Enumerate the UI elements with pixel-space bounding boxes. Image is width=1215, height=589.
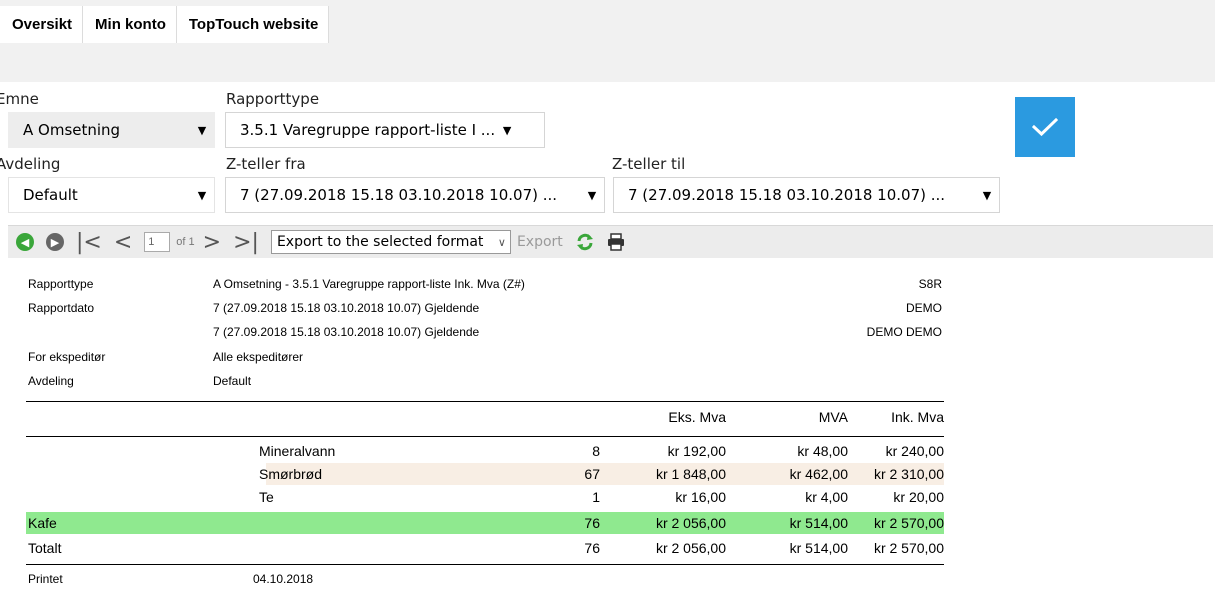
meta-avdeling-value: Default xyxy=(213,374,252,388)
item-ink: kr 2 310,00 xyxy=(873,466,944,482)
item-eks: kr 16,00 xyxy=(675,489,726,505)
total-eks: kr 2 056,00 xyxy=(655,540,726,556)
forward-button[interactable]: ▶ xyxy=(46,231,64,253)
item-name: Mineralvann xyxy=(259,443,336,459)
tab-oversikt[interactable]: Oversikt xyxy=(0,6,84,43)
next-page-icon[interactable]: > xyxy=(203,230,221,255)
total-row: Totalt 76 kr 2 056,00 kr 514,00 kr 2 570… xyxy=(26,537,944,559)
meta-ekspeditor-value: Alle ekspeditører xyxy=(213,350,304,364)
col-header-ink-mva: Ink. Mva xyxy=(891,409,944,425)
export-format-select[interactable]: Export to the selected format ∨ xyxy=(270,230,511,254)
dropdown-arrow-icon: ▼ xyxy=(587,188,597,202)
export-format-value: Export to the selected format xyxy=(276,234,484,250)
meta-rapporttype-value: A Omsetning - 3.5.1 Varegruppe rapport-l… xyxy=(213,277,525,291)
group-name: Kafe xyxy=(28,515,57,531)
item-mva: kr 462,00 xyxy=(789,466,848,482)
meta-rapportdato-value-2: 7 (27.09.2018 15.18 03.10.2018 10.07) Gj… xyxy=(213,325,480,339)
table-header-row: Eks. Mva MVA Ink. Mva xyxy=(26,406,944,428)
col-header-eks-mva: Eks. Mva xyxy=(668,409,726,425)
total-ink: kr 2 570,00 xyxy=(873,540,944,556)
export-link[interactable]: Export xyxy=(517,234,563,250)
back-arrow-icon: ◀ xyxy=(16,233,34,251)
z-teller-til-value: 7 (27.09.2018 15.18 03.10.2018 10.07) ..… xyxy=(628,186,946,204)
item-ink: kr 240,00 xyxy=(885,443,944,459)
apply-button[interactable] xyxy=(1015,97,1075,157)
table-row: Te 1 kr 16,00 kr 4,00 kr 20,00 xyxy=(26,486,944,508)
group-eks: kr 2 056,00 xyxy=(655,515,726,531)
dropdown-arrow-icon: ▼ xyxy=(502,123,512,137)
report-toolbar: ◀ ▶ |< < 1 of 1 > >| Export to the selec… xyxy=(8,225,1213,258)
table-row: Smørbrød 67 kr 1 848,00 kr 462,00 kr 2 3… xyxy=(26,463,944,485)
total-name: Totalt xyxy=(28,540,62,556)
top-navigation: Oversikt Min konto TopTouch website xyxy=(0,6,330,43)
item-name: Smørbrød xyxy=(259,466,322,482)
z-teller-til-select[interactable]: 7 (27.09.2018 15.18 03.10.2018 10.07) ..… xyxy=(613,177,1000,213)
rapporttype-select-value: 3.5.1 Varegruppe rapport-liste I ... xyxy=(240,121,496,139)
forward-arrow-icon: ▶ xyxy=(46,233,64,251)
item-name: Te xyxy=(259,489,274,505)
dropdown-arrow-icon: ▼ xyxy=(197,123,207,137)
item-eks: kr 1 848,00 xyxy=(655,466,726,482)
meta-rapporttype-label: Rapporttype xyxy=(28,277,94,291)
page-number-input[interactable]: 1 xyxy=(144,232,171,252)
report-header-rule xyxy=(26,436,944,437)
avdeling-select-value: Default xyxy=(23,186,78,204)
rapporttype-select[interactable]: 3.5.1 Varegruppe rapport-liste I ... ▼ xyxy=(225,112,545,148)
meta-right-1: S8R xyxy=(918,277,942,291)
z-teller-fra-select[interactable]: 7 (27.09.2018 15.18 03.10.2018 10.07) ..… xyxy=(225,177,605,213)
avdeling-label: Avdeling xyxy=(0,155,61,173)
meta-rapportdato-value-1: 7 (27.09.2018 15.18 03.10.2018 10.07) Gj… xyxy=(213,301,480,315)
report-top-rule xyxy=(26,401,944,402)
item-ink: kr 20,00 xyxy=(893,489,944,505)
page-count: of 1 xyxy=(176,236,195,248)
back-button[interactable]: ◀ xyxy=(16,231,34,253)
dropdown-arrow-icon: ▼ xyxy=(982,188,992,202)
meta-right-2: DEMO xyxy=(906,301,942,315)
group-mva: kr 514,00 xyxy=(789,515,848,531)
previous-page-icon[interactable]: < xyxy=(114,230,132,255)
item-eks: kr 192,00 xyxy=(667,443,726,459)
meta-avdeling-label: Avdeling xyxy=(28,374,74,388)
last-page-icon[interactable]: >| xyxy=(233,230,259,255)
printed-date: 04.10.2018 xyxy=(253,572,314,586)
first-page-icon[interactable]: |< xyxy=(76,230,102,255)
refresh-button[interactable] xyxy=(575,231,595,253)
emne-select[interactable]: A Omsetning ▼ xyxy=(8,112,215,148)
z-teller-til-label: Z-teller til xyxy=(612,155,686,173)
meta-rapportdato-label: Rapportdato xyxy=(28,301,95,315)
dropdown-arrow-icon: ▼ xyxy=(197,188,207,202)
print-button[interactable] xyxy=(607,231,625,253)
total-mva: kr 514,00 xyxy=(789,540,848,556)
tab-toptouch-website[interactable]: TopTouch website xyxy=(176,6,330,43)
table-row: Mineralvann 8 kr 192,00 kr 48,00 kr 240,… xyxy=(26,440,944,462)
checkmark-icon xyxy=(1032,117,1058,137)
printed-label: Printet xyxy=(28,572,63,586)
col-header-mva: MVA xyxy=(818,409,848,425)
rapporttype-label: Rapporttype xyxy=(226,90,320,108)
tab-min-konto[interactable]: Min konto xyxy=(83,6,177,43)
refresh-icon xyxy=(576,233,593,251)
z-teller-fra-value: 7 (27.09.2018 15.18 03.10.2018 10.07) ..… xyxy=(240,186,558,204)
item-mva: kr 4,00 xyxy=(805,489,848,505)
report-bottom-rule xyxy=(26,564,944,565)
printer-icon xyxy=(607,233,624,251)
z-teller-fra-label: Z-teller fra xyxy=(226,155,306,173)
emne-label: Emne xyxy=(0,90,39,108)
emne-select-value: A Omsetning xyxy=(23,121,121,139)
item-mva: kr 48,00 xyxy=(797,443,848,459)
meta-right-3: DEMO DEMO xyxy=(866,325,942,339)
group-ink: kr 2 570,00 xyxy=(873,515,944,531)
meta-ekspeditor-label: For ekspeditør xyxy=(28,350,106,364)
group-row-kafe: Kafe 76 kr 2 056,00 kr 514,00 kr 2 570,0… xyxy=(26,512,944,534)
chevron-down-icon: ∨ xyxy=(497,235,506,249)
avdeling-select[interactable]: Default ▼ xyxy=(8,177,215,213)
